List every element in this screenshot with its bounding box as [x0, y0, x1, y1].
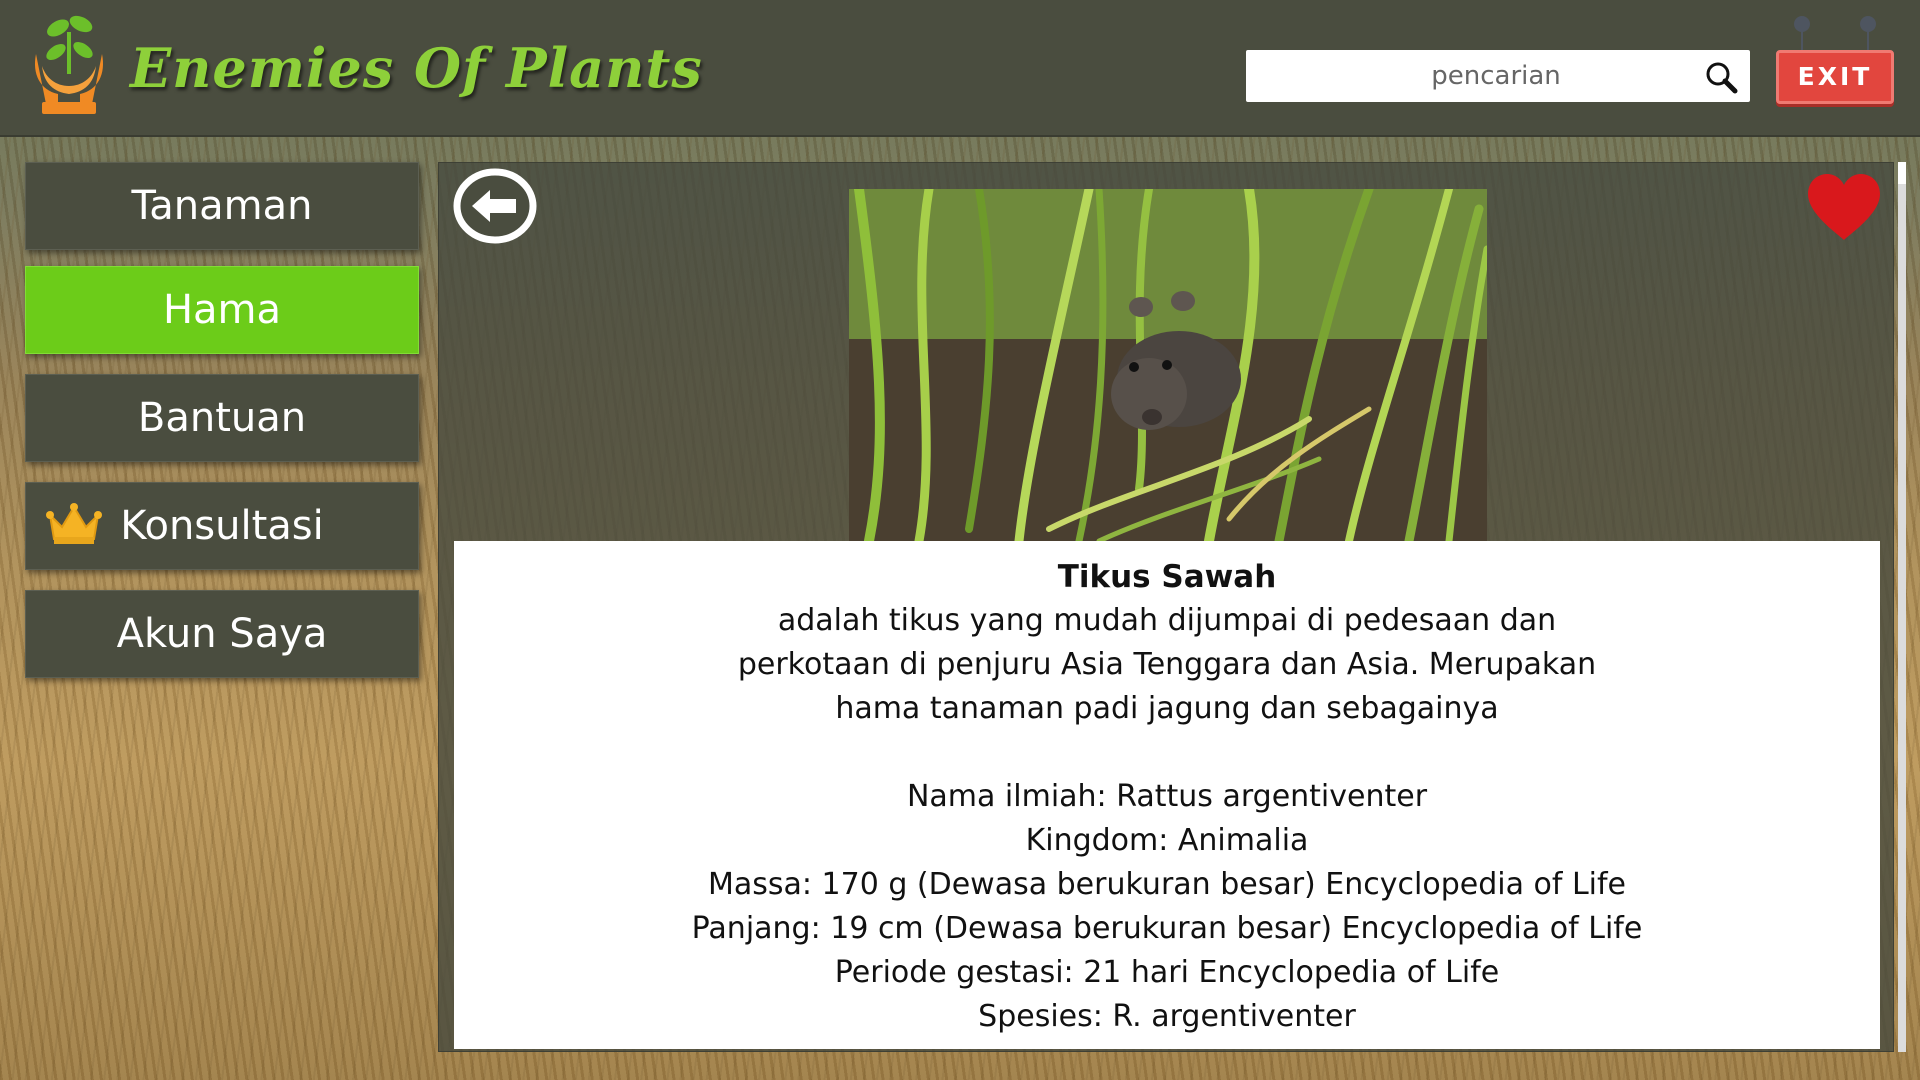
rat-photo	[849, 189, 1487, 541]
pest-info-card: Tikus Sawah adalah tikus yang mudah diju…	[454, 541, 1880, 1049]
fact-species: Spesies: R. argentiventer	[978, 999, 1356, 1034]
sidebar-item-label: Hama	[162, 287, 282, 333]
sidebar-item-label: Konsultasi	[120, 503, 324, 549]
pest-name: Tikus Sawah	[1057, 559, 1277, 595]
sidebar-item-label: Bantuan	[137, 395, 307, 441]
heart-icon[interactable]	[1806, 172, 1882, 242]
app-header: Enemies Of Plants EXIT	[0, 0, 1920, 137]
search-icon[interactable]	[1704, 60, 1738, 94]
plant-hands-logo-icon	[34, 15, 104, 114]
app-brand-title: Enemies Of Plants	[130, 36, 703, 100]
fact-kingdom: Kingdom: Animalia	[1025, 823, 1309, 858]
sidebar-item-akun-saya[interactable]: Akun Saya	[25, 590, 419, 678]
sidebar-item-bantuan[interactable]: Bantuan	[25, 374, 419, 462]
search-input[interactable]	[1246, 50, 1686, 102]
exit-button[interactable]: EXIT	[1776, 50, 1894, 104]
panel-scrollbar[interactable]	[1898, 162, 1906, 1052]
pest-description-line: perkotaan di penjuru Asia Tenggara dan A…	[737, 647, 1597, 682]
sidebar-item-label: Tanaman	[131, 183, 313, 229]
sidebar-item-tanaman[interactable]: Tanaman	[25, 162, 419, 250]
fact-scientific-name: Nama ilmiah: Rattus argentiventer	[906, 779, 1428, 814]
fact-mass: Massa: 170 g (Dewasa berukuran besar) En…	[707, 867, 1627, 902]
search-box[interactable]	[1246, 50, 1750, 102]
back-arrow-icon[interactable]	[452, 168, 538, 244]
pest-description-line: adalah tikus yang mudah dijumpai di pede…	[777, 603, 1557, 638]
scrollbar-thumb[interactable]	[1898, 162, 1906, 184]
pest-description-line: hama tanaman padi jagung dan sebagainya	[835, 691, 1499, 726]
sign-pin-icon	[1860, 16, 1876, 50]
sidebar-item-hama[interactable]: Hama	[25, 266, 419, 354]
exit-sign[interactable]: EXIT	[1776, 16, 1894, 104]
fact-length: Panjang: 19 cm (Dewasa berukuran besar) …	[691, 911, 1643, 946]
crown-icon	[46, 503, 102, 544]
fact-gestation: Periode gestasi: 21 hari Encyclopedia of…	[834, 955, 1500, 990]
sidebar-item-label: Akun Saya	[116, 611, 328, 657]
sign-pin-icon	[1794, 16, 1810, 50]
sidebar-item-konsultasi[interactable]: Konsultasi	[25, 482, 419, 570]
